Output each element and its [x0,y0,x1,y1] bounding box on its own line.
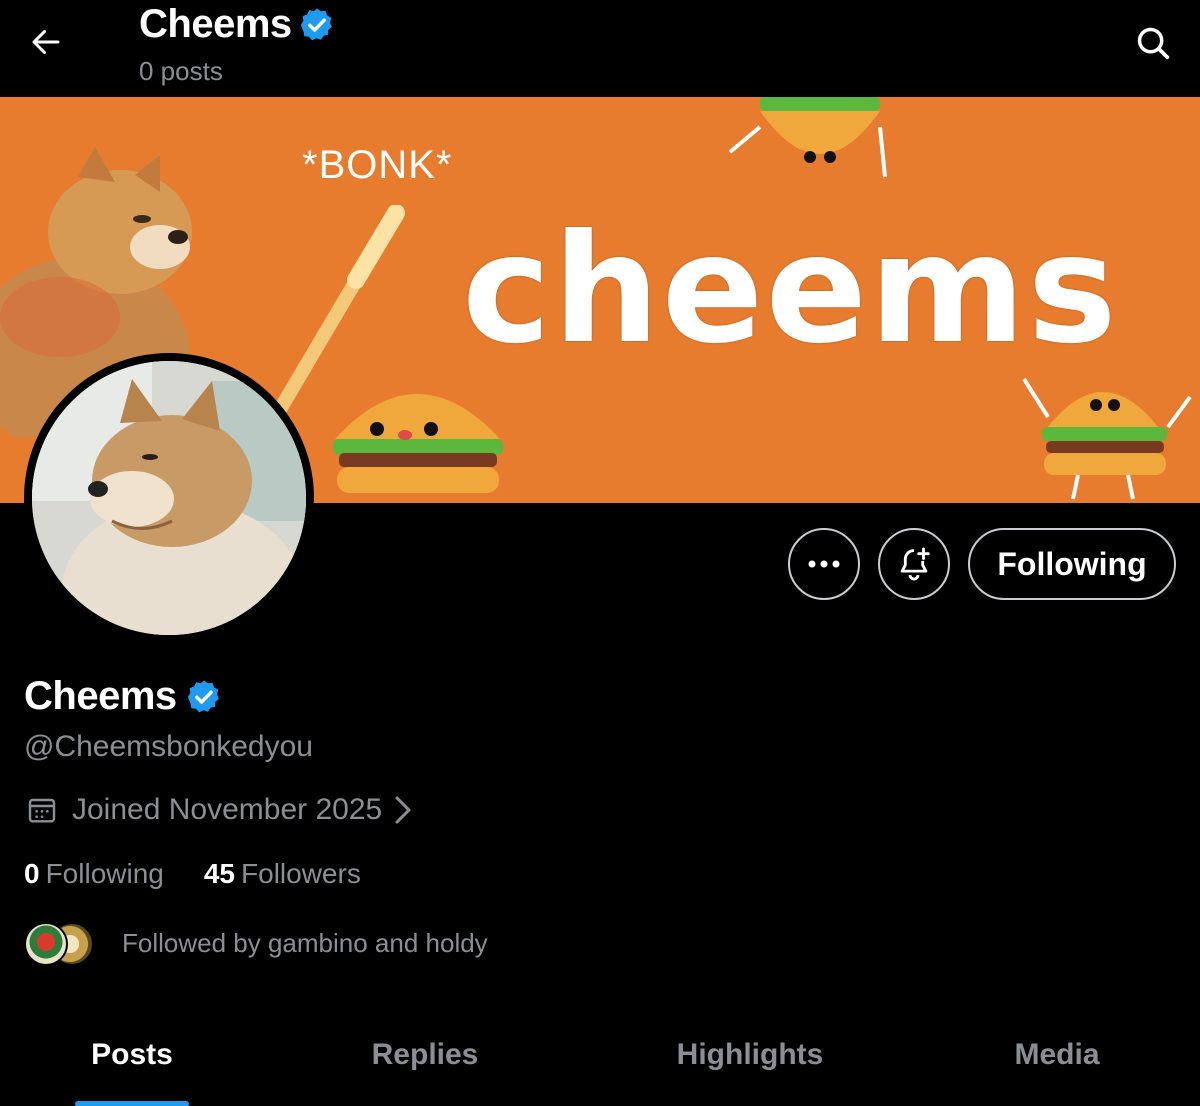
search-icon [1137,27,1170,60]
banner-wordmark: cheems [462,203,1119,377]
follower-avatars [24,920,98,966]
followers-stat[interactable]: 45 Followers [204,858,361,890]
avatar [24,922,68,966]
profile-handle: @Cheemsbonkedyou [24,730,313,763]
follow-stats: 0 Following 45 Followers [24,858,361,890]
more-options-button[interactable] [788,528,860,600]
followers-count: 45 [203,858,236,889]
profile-tabs: Posts Replies Highlights Media [0,1010,1200,1106]
following-count: 0 [24,858,40,889]
search-button[interactable] [1130,20,1176,66]
joined-text: Joined November 2025 [72,793,383,826]
avatar-image [32,361,306,635]
profile-display-name: Cheems [24,674,223,719]
more-icon [808,560,840,568]
tab-media[interactable]: Media [914,1010,1200,1106]
tab-posts[interactable]: Posts [0,1010,264,1106]
top-bar: Cheems 0 posts [0,0,1200,97]
following-stat[interactable]: 0 Following [24,858,164,890]
following-button[interactable]: Following [968,528,1176,600]
burger-illustration [1022,377,1192,500]
joined-date[interactable]: Joined November 2025 [26,793,414,827]
verified-badge-icon [300,7,332,40]
burger-illustration [333,394,503,493]
bell-plus-icon [900,547,930,581]
header-title: Cheems [139,2,336,47]
followed-by-text: Followed by gambino and holdy [122,927,488,958]
post-count: 0 posts [139,56,223,86]
header-name: Cheems [139,2,292,46]
followers-label: Followers [241,858,361,889]
active-tab-indicator [75,1101,189,1106]
profile-avatar[interactable] [24,353,314,643]
tab-replies[interactable]: Replies [264,1010,586,1106]
back-button[interactable] [22,20,70,64]
following-label: Following [45,858,164,889]
display-name-text: Cheems [24,674,177,718]
calendar-icon [28,798,56,823]
bonk-text: *BONK* [302,143,453,187]
followed-by[interactable]: Followed by gambino and holdy [24,920,488,966]
back-arrow-icon [32,30,60,54]
verified-badge-icon [187,679,219,712]
notifications-button[interactable] [878,528,950,600]
tab-highlights[interactable]: Highlights [586,1010,914,1106]
chevron-right-icon [395,796,411,824]
burger-illustration [728,97,887,178]
